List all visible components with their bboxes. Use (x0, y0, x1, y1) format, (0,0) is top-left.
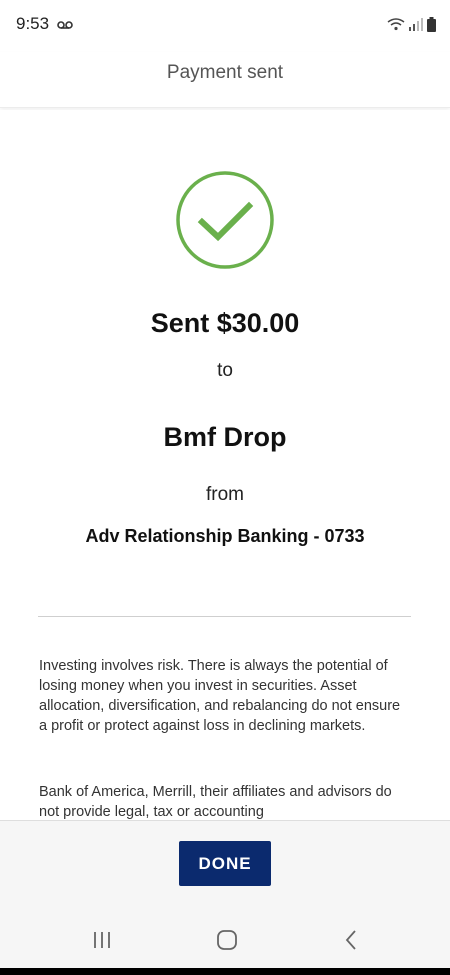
home-icon[interactable] (215, 928, 239, 952)
battery-icon (427, 16, 436, 32)
recipient-name: Bmf Drop (163, 422, 287, 452)
signal-icon (409, 18, 423, 31)
status-time: 9:53 (16, 14, 50, 33)
page-title: Payment sent (166, 62, 284, 83)
voicemail-icon (57, 21, 73, 29)
android-nav-bar (0, 910, 450, 968)
wifi-icon (387, 18, 405, 31)
screen: 9:53 Payment sent Sent $30.00 to Bmf Dro… (0, 0, 450, 975)
footer: DONE (0, 820, 450, 910)
back-icon[interactable] (340, 928, 364, 952)
status-icons (387, 14, 436, 34)
confirmation-content: Sent $30.00 to Bmf Drop from Adv Relatio… (0, 110, 450, 820)
app-header: Payment sent (0, 52, 450, 108)
divider (38, 616, 411, 617)
source-account: Adv Relationship Banking - 0733 (85, 526, 365, 546)
status-bar: 9:53 (0, 0, 450, 52)
sent-amount: Sent $30.00 (150, 308, 300, 338)
recents-icon[interactable] (90, 928, 114, 952)
done-button[interactable]: DONE (179, 841, 271, 886)
to-label: to (217, 360, 233, 381)
advisor-disclosure: Bank of America, Merrill, their affiliat… (39, 784, 392, 820)
bottom-bezel (0, 968, 450, 975)
from-label: from (206, 484, 244, 505)
investing-disclosure: Investing involves risk. There is always… (39, 658, 401, 734)
check-circle-icon (176, 171, 274, 269)
